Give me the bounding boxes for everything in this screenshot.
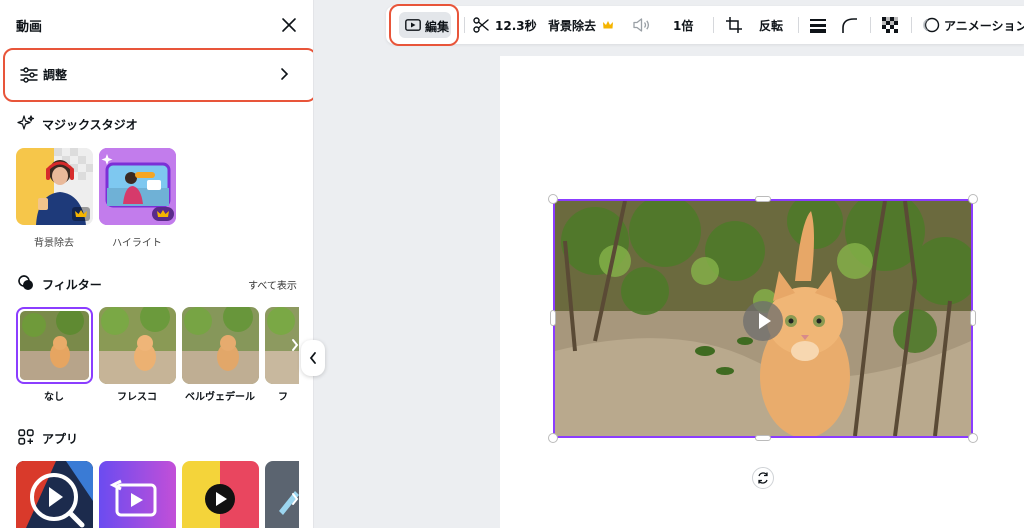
speaker-icon — [633, 18, 650, 32]
filter-none-caption: なし — [44, 392, 64, 403]
bg-remove-label: 背景除去 — [548, 18, 597, 33]
adjust-label: 調整 — [43, 68, 68, 82]
resize-handle[interactable] — [548, 194, 558, 204]
animation-label: アニメーション — [944, 18, 1024, 33]
corner-radius-icon — [842, 18, 857, 33]
magic-studio-title: マジックスタジオ — [42, 118, 138, 132]
resize-handle[interactable] — [968, 433, 978, 443]
edit-button[interactable]: 編集 — [399, 12, 451, 38]
bg-remove-button[interactable]: 背景除去 — [548, 6, 614, 44]
trim-button[interactable]: 12.3秒 — [472, 6, 537, 44]
filter-partial-caption: フ — [278, 392, 288, 403]
resize-handle[interactable] — [755, 435, 771, 441]
filter-fresco-caption: フレスコ — [117, 392, 157, 403]
rotate-icon[interactable] — [752, 467, 774, 489]
see-all-link[interactable]: すべて表示 — [248, 277, 297, 292]
filter-belvedere-caption: ベルヴェデール — [185, 392, 255, 403]
transparency-icon — [882, 17, 898, 33]
play-box-icon — [405, 19, 421, 31]
crown-icon — [72, 207, 90, 221]
separator — [798, 17, 799, 33]
edit-label: 編集 — [425, 20, 450, 34]
adjust-button[interactable]: 調整 — [3, 48, 313, 102]
play-icon[interactable] — [743, 301, 783, 341]
sparkle-icon — [17, 114, 35, 132]
crop-icon — [726, 17, 742, 33]
resize-handle[interactable] — [968, 194, 978, 204]
resize-handle[interactable] — [970, 310, 976, 326]
volume-button[interactable] — [632, 6, 652, 44]
edit-highlight: 編集 — [389, 4, 459, 46]
filter-belvedere-thumb[interactable] — [182, 307, 259, 384]
border-style-icon — [810, 19, 826, 33]
flip-label: 反転 — [759, 18, 784, 33]
resize-handle[interactable] — [548, 433, 558, 443]
separator — [713, 17, 714, 33]
highlight-thumb[interactable] — [99, 148, 176, 225]
duration-label: 12.3秒 — [495, 18, 537, 33]
transparency-button[interactable] — [881, 6, 899, 44]
scissors-icon — [473, 17, 489, 33]
separator — [870, 17, 871, 33]
video-element[interactable] — [553, 199, 973, 438]
animation-button[interactable]: アニメーション — [922, 6, 1024, 44]
flip-button[interactable]: 反転 — [759, 6, 783, 44]
app-tile[interactable] — [182, 461, 259, 528]
resize-handle[interactable] — [550, 310, 556, 326]
apps-title: アプリ — [42, 432, 79, 446]
panel-title: 動画 — [16, 20, 43, 35]
close-icon[interactable] — [276, 12, 302, 38]
resize-handle[interactable] — [755, 196, 771, 202]
speed-button[interactable]: 1倍 — [673, 6, 693, 44]
highlight-caption: ハイライト — [112, 238, 162, 249]
filter-none-thumb[interactable] — [16, 307, 93, 384]
filter-fresco-thumb[interactable] — [99, 307, 176, 384]
side-panel: 動画 調整 マジックスタジオ 背景除去 ハイライト フィルター すべて表示 なし… — [0, 0, 314, 528]
animation-icon — [922, 17, 940, 33]
separator — [911, 17, 912, 33]
border-style-button[interactable] — [809, 6, 827, 44]
filters-title: フィルター — [42, 278, 102, 292]
app-tile[interactable] — [16, 461, 93, 528]
collapse-panel-button[interactable] — [301, 340, 325, 376]
panel-header: 動画 — [0, 0, 313, 48]
speed-label: 1倍 — [673, 18, 694, 33]
chevron-right-icon[interactable] — [287, 484, 303, 514]
chevron-left-icon — [309, 352, 316, 364]
crown-icon — [603, 21, 614, 29]
chevron-right-icon — [275, 65, 293, 83]
crown-icon — [152, 207, 174, 221]
video-toolbar: 編集 12.3秒 背景除去 1倍 反転 アニメーション — [386, 4, 1024, 46]
bg-remove-caption: 背景除去 — [34, 238, 74, 249]
separator — [464, 17, 465, 33]
app-tile[interactable] — [99, 461, 176, 528]
filter-icon — [17, 274, 35, 292]
apps-icon — [17, 428, 35, 446]
crop-button[interactable] — [725, 6, 743, 44]
corner-radius-button[interactable] — [840, 6, 858, 44]
sliders-icon — [19, 65, 39, 85]
bg-remove-thumb[interactable] — [16, 148, 93, 225]
